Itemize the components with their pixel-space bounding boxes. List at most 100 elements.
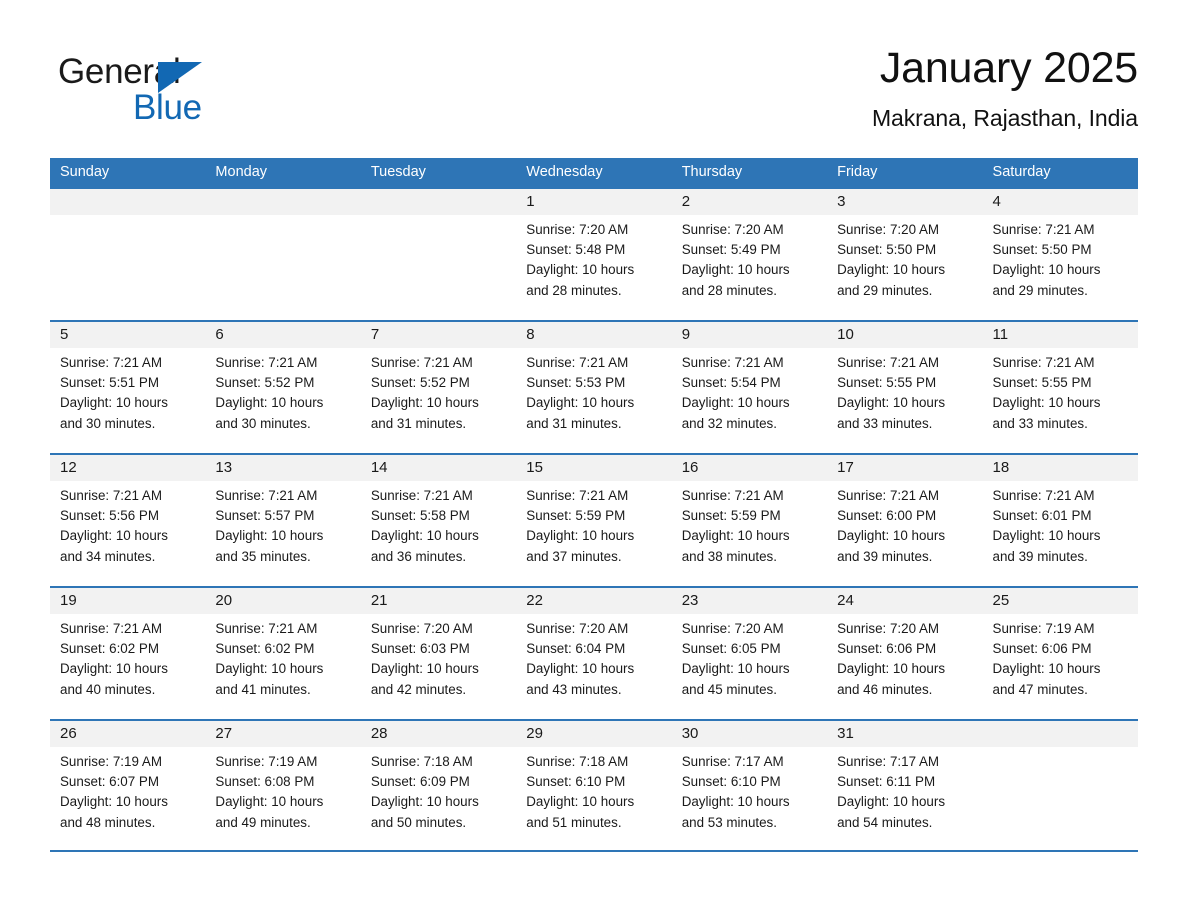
day-info: Sunrise: 7:20 AM Sunset: 5:48 PM Daylight:… (516, 215, 671, 301)
calendar-day-cell[interactable]: 26 Sunrise: 7:19 AM Sunset: 6:07 PM Dayligh… (50, 721, 206, 850)
calendar-week-row: 12 Sunrise: 7:21 AM Sunset: 5:56 PM Dayligh… (50, 453, 1138, 586)
sunset-text: Sunset: 5:48 PM (526, 242, 626, 258)
daylight-text-line2: and 39 minutes. (837, 548, 933, 564)
calendar-day-cell[interactable]: 15 Sunrise: 7:21 AM Sunset: 5:59 PM Dayligh… (516, 455, 672, 586)
day-number-band: 16 (671, 455, 828, 481)
calendar-day-cell[interactable]: 10 Sunrise: 7:21 AM Sunset: 5:55 PM Dayligh… (827, 322, 983, 453)
day-number: 8 (526, 326, 535, 343)
sunset-text: Sunset: 5:52 PM (215, 375, 315, 391)
day-info: Sunrise: 7:19 AM Sunset: 6:08 PM Daylight:… (205, 747, 360, 833)
day-info: Sunrise: 7:17 AM Sunset: 6:11 PM Daylight:… (827, 747, 982, 833)
weekday-header-thursday: Thursday (681, 164, 743, 180)
calendar-day-cell[interactable]: 7 Sunrise: 7:21 AM Sunset: 5:52 PM Daylight… (360, 322, 517, 453)
calendar-day-cell[interactable]: 22 Sunrise: 7:20 AM Sunset: 6:04 PM Dayligh… (516, 588, 672, 719)
calendar-day-cell[interactable]: 13 Sunrise: 7:21 AM Sunset: 5:57 PM Dayligh… (205, 455, 361, 586)
calendar-day-cell[interactable]: 18 Sunrise: 7:21 AM Sunset: 6:01 PM Dayligh… (982, 455, 1138, 586)
calendar-day-cell[interactable]: 27 Sunrise: 7:19 AM Sunset: 6:08 PM Dayligh… (205, 721, 361, 850)
general-blue-logo[interactable]: General Blue (58, 52, 268, 136)
day-info: Sunrise: 7:18 AM Sunset: 6:09 PM Daylight:… (361, 747, 516, 833)
daylight-text-line2: and 33 minutes. (992, 415, 1088, 431)
calendar-day-cell[interactable]: 30 Sunrise: 7:17 AM Sunset: 6:10 PM Dayligh… (671, 721, 828, 850)
page-header: General Blue January 2025 Makrana, Rajas… (50, 42, 1138, 147)
calendar-day-cell[interactable]: 5 Sunrise: 7:21 AM Sunset: 5:51 PM Daylight… (50, 322, 206, 453)
day-number-band: 2 (671, 189, 828, 215)
sunset-text: Sunset: 6:11 PM (837, 774, 936, 790)
daylight-text-line2: and 49 minutes. (215, 814, 311, 830)
day-number: 10 (837, 326, 854, 343)
sunset-text: Sunset: 6:04 PM (526, 641, 626, 657)
calendar-day-cell[interactable]: 11 Sunrise: 7:21 AM Sunset: 5:55 PM Dayligh… (982, 322, 1138, 453)
sunrise-text: Sunrise: 7:20 AM (370, 621, 473, 636)
calendar-day-cell[interactable]: 1 Sunrise: 7:20 AM Sunset: 5:48 PM Daylight… (516, 189, 672, 320)
day-info: Sunrise: 7:21 AM Sunset: 5:56 PM Daylight:… (50, 481, 205, 567)
sunset-text: Sunset: 6:08 PM (215, 774, 315, 790)
day-info: Sunrise: 7:21 AM Sunset: 5:53 PM Daylight:… (516, 348, 671, 434)
day-number-band: 12 (50, 455, 206, 481)
calendar-day-cell[interactable]: 12 Sunrise: 7:21 AM Sunset: 5:56 PM Dayligh… (50, 455, 206, 586)
daylight-text-line1: Daylight: 10 hours (60, 661, 168, 677)
calendar-day-cell[interactable]: 4 Sunrise: 7:21 AM Sunset: 5:50 PM Daylight… (982, 189, 1138, 320)
calendar-grid: Sunday Monday Tuesday Wednesday Thursday Frid… (50, 158, 1138, 852)
calendar-day-cell[interactable]: 17 Sunrise: 7:21 AM Sunset: 6:00 PM Dayligh… (827, 455, 983, 586)
day-number-band: 1 (516, 189, 672, 215)
calendar-day-cell[interactable]: 31 Sunrise: 7:17 AM Sunset: 6:11 PM Dayligh… (827, 721, 983, 850)
calendar-day-cell[interactable]: 19 Sunrise: 7:21 AM Sunset: 6:02 PM Dayligh… (50, 588, 206, 719)
sunrise-text: Sunrise: 7:21 AM (837, 355, 940, 370)
day-number-band (360, 189, 517, 215)
sunrise-text: Sunrise: 7:20 AM (526, 621, 629, 636)
daylight-text-line1: Daylight: 10 hours (370, 661, 479, 677)
day-info: Sunrise: 7:21 AM Sunset: 5:52 PM Daylight:… (361, 348, 516, 434)
day-info: Sunrise: 7:21 AM Sunset: 6:02 PM Daylight:… (50, 614, 205, 700)
daylight-text-line2: and 31 minutes. (370, 415, 467, 431)
day-number: 1 (526, 193, 535, 210)
day-number: 19 (60, 592, 77, 609)
sunset-text: Sunset: 5:53 PM (526, 375, 626, 391)
day-number: 3 (837, 193, 846, 210)
calendar-day-cell[interactable]: 21 Sunrise: 7:20 AM Sunset: 6:03 PM Dayligh… (360, 588, 517, 719)
daylight-text-line1: Daylight: 10 hours (681, 528, 790, 544)
day-info: Sunrise: 7:20 AM Sunset: 6:03 PM Daylight:… (361, 614, 516, 700)
calendar-day-cell[interactable]: 3 Sunrise: 7:20 AM Sunset: 5:50 PM Daylight… (827, 189, 983, 320)
daylight-text-line1: Daylight: 10 hours (681, 794, 790, 810)
day-number: 6 (215, 326, 224, 343)
day-number-band: 29 (516, 721, 672, 747)
calendar-day-cell-empty (982, 721, 1138, 850)
calendar-week-row: 19 Sunrise: 7:21 AM Sunset: 6:02 PM Dayligh… (50, 586, 1138, 719)
day-number-band: 19 (50, 588, 206, 614)
calendar-day-cell[interactable]: 2 Sunrise: 7:20 AM Sunset: 5:49 PM Daylight… (671, 189, 828, 320)
calendar-day-cell[interactable]: 29 Sunrise: 7:18 AM Sunset: 6:10 PM Dayligh… (516, 721, 672, 850)
daylight-text-line1: Daylight: 10 hours (837, 794, 946, 810)
calendar-day-cell[interactable]: 24 Sunrise: 7:20 AM Sunset: 6:06 PM Dayligh… (827, 588, 983, 719)
page-title: January 2025 (879, 44, 1138, 92)
sunrise-text: Sunrise: 7:21 AM (992, 355, 1095, 370)
calendar-day-cell[interactable]: 23 Sunrise: 7:20 AM Sunset: 6:05 PM Dayligh… (671, 588, 828, 719)
calendar-day-cell[interactable]: 20 Sunrise: 7:21 AM Sunset: 6:02 PM Dayligh… (205, 588, 361, 719)
day-number-band: 21 (360, 588, 517, 614)
sunrise-text: Sunrise: 7:21 AM (215, 355, 318, 370)
daylight-text-line1: Daylight: 10 hours (215, 794, 324, 810)
day-info: Sunrise: 7:21 AM Sunset: 5:58 PM Daylight:… (361, 481, 516, 567)
daylight-text-line1: Daylight: 10 hours (681, 262, 790, 278)
sunrise-text: Sunrise: 7:21 AM (681, 488, 784, 503)
calendar-day-cell[interactable]: 8 Sunrise: 7:21 AM Sunset: 5:53 PM Daylight… (516, 322, 672, 453)
calendar-day-cell[interactable]: 28 Sunrise: 7:18 AM Sunset: 6:09 PM Dayligh… (360, 721, 517, 850)
daylight-text-line2: and 30 minutes. (215, 415, 311, 431)
sunset-text: Sunset: 5:52 PM (370, 375, 470, 391)
day-number-band: 5 (50, 322, 206, 348)
day-number-band: 8 (516, 322, 672, 348)
daylight-text-line2: and 28 minutes. (681, 282, 777, 298)
sunrise-text: Sunrise: 7:19 AM (60, 754, 162, 769)
calendar-day-cell[interactable]: 9 Sunrise: 7:21 AM Sunset: 5:54 PM Daylight… (671, 322, 828, 453)
day-number-band (982, 721, 1138, 747)
day-info: Sunrise: 7:20 AM Sunset: 6:06 PM Daylight:… (827, 614, 982, 700)
calendar-day-cell[interactable]: 14 Sunrise: 7:21 AM Sunset: 5:58 PM Dayligh… (360, 455, 517, 586)
daylight-text-line1: Daylight: 10 hours (370, 528, 479, 544)
daylight-text-line2: and 29 minutes. (992, 282, 1088, 298)
sunset-text: Sunset: 6:02 PM (60, 641, 159, 657)
calendar-day-cell[interactable]: 25 Sunrise: 7:19 AM Sunset: 6:06 PM Dayligh… (982, 588, 1138, 719)
title-block: January 2025 Makrana, Rajasthan, India (872, 42, 1138, 134)
daylight-text-line1: Daylight: 10 hours (60, 528, 168, 544)
sunset-text: Sunset: 6:00 PM (837, 508, 937, 524)
calendar-day-cell[interactable]: 6 Sunrise: 7:21 AM Sunset: 5:52 PM Daylight… (205, 322, 361, 453)
calendar-day-cell[interactable]: 16 Sunrise: 7:21 AM Sunset: 5:59 PM Dayligh… (671, 455, 828, 586)
